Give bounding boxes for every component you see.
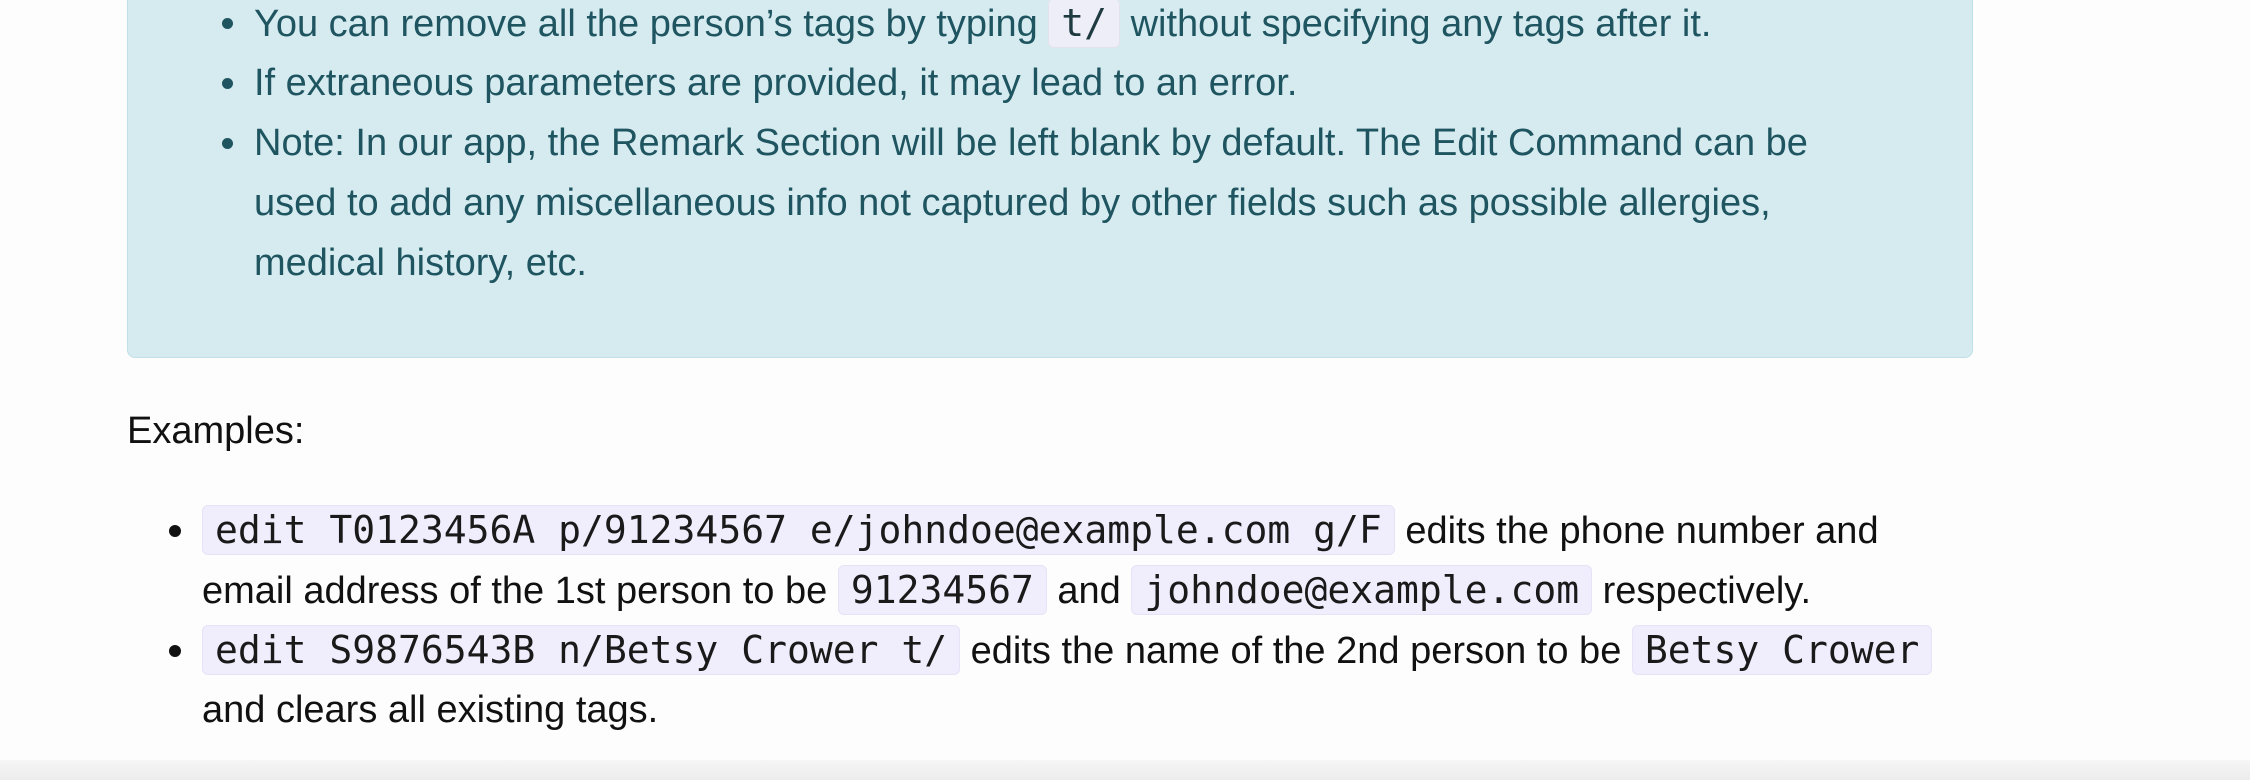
inline-code: 91234567: [837, 565, 1047, 615]
text-span: respectively.: [1592, 570, 1812, 612]
page-bottom-edge: [0, 760, 2250, 780]
inline-code: edit S9876543B n/Betsy Crower t/: [202, 625, 961, 675]
list-item-text: email address of the 1st person to be 91…: [202, 565, 1812, 615]
bullet-icon: [222, 138, 233, 149]
list-item-text: used to add any miscellaneous info not c…: [254, 182, 1771, 224]
inline-code: edit T0123456A p/91234567 e/johndoe@exam…: [202, 505, 1395, 555]
text-span: edits the name of the 2nd person to be: [960, 630, 1632, 672]
inline-code: johndoe@example.com: [1131, 565, 1593, 615]
list-item-text: You can remove all the person’s tags by …: [254, 0, 1712, 48]
bullet-icon: [222, 78, 233, 89]
text-span: and: [1046, 570, 1132, 612]
text-span: email address of the 1st person to be: [202, 570, 838, 612]
text-span: without specifying any tags after it.: [1120, 3, 1712, 45]
list-item-text: edit S9876543B n/Betsy Crower t/ edits t…: [202, 625, 1933, 675]
list-item-text: and clears all existing tags.: [202, 689, 659, 731]
inline-code: t/: [1048, 0, 1121, 48]
list-item-text: edit T0123456A p/91234567 e/johndoe@exam…: [202, 505, 1879, 555]
bullet-icon: [169, 645, 181, 657]
text-span: You can remove all the person’s tags by …: [254, 3, 1049, 45]
list-item-text: If extraneous parameters are provided, i…: [254, 62, 1298, 104]
note-callout-box: [127, 0, 1973, 358]
list-item-text: medical history, etc.: [254, 242, 587, 284]
inline-code: Betsy Crower: [1631, 625, 1933, 675]
list-item-text: Note: In our app, the Remark Section wil…: [254, 122, 1808, 164]
bullet-icon: [169, 525, 181, 537]
text-span: edits the phone number and: [1394, 510, 1879, 552]
bullet-icon: [222, 18, 233, 29]
examples-heading: Examples:: [127, 410, 305, 452]
